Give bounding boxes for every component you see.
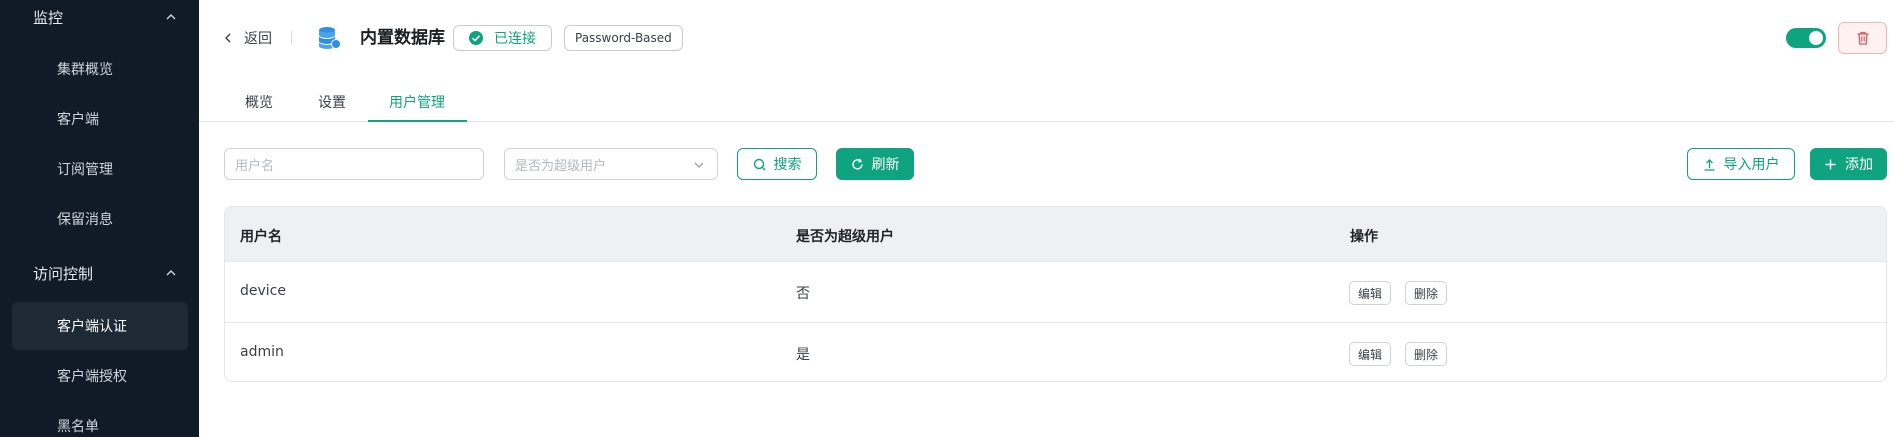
import-users-button[interactable]: 导入用户 [1687, 148, 1795, 180]
tab-settings[interactable]: 设置 [318, 92, 346, 112]
chevron-down-icon [694, 162, 704, 168]
table-row: admin 是 编辑 删除 [225, 323, 1886, 381]
delete-button[interactable] [1838, 22, 1887, 54]
refresh-button[interactable]: 刷新 [836, 148, 914, 180]
tab-overview[interactable]: 概览 [245, 92, 273, 112]
table-row: device 否 编辑 删除 [225, 262, 1886, 323]
sidebar-item-authorization[interactable]: 客户端授权 [12, 352, 188, 400]
sidebar-item-subscriptions[interactable]: 订阅管理 [12, 145, 188, 193]
sidebar-item-label: 客户端授权 [57, 369, 127, 385]
refresh-label: 刷新 [871, 157, 900, 173]
column-header-superuser: 是否为超级用户 [796, 229, 894, 245]
superuser-placeholder: 是否为超级用户 [515, 158, 607, 174]
username-placeholder: 用户名 [235, 158, 275, 174]
status-badge: 已连接 [453, 25, 552, 51]
tab-bar: 概览 设置 用户管理 [199, 82, 1894, 122]
cell-superuser: 否 [796, 286, 810, 302]
sidebar-group-label: 访问控制 [33, 264, 94, 283]
add-user-button[interactable]: 添加 [1810, 148, 1887, 180]
sidebar-group-access-control[interactable]: 访问控制 [0, 256, 199, 290]
cell-username: device [240, 283, 286, 299]
divider [291, 31, 292, 45]
auth-type-badge: Password-Based [564, 25, 683, 51]
superuser-select[interactable]: 是否为超级用户 [504, 148, 718, 180]
table-header: 用户名 是否为超级用户 操作 [225, 207, 1886, 262]
active-tab-indicator [368, 120, 467, 122]
sidebar-item-label: 集群概览 [57, 62, 113, 78]
sidebar-item-label: 保留消息 [57, 212, 113, 228]
sidebar-item-label: 客户端 [57, 112, 99, 128]
delete-user-button[interactable]: 删除 [1405, 342, 1448, 366]
sidebar-item-authentication[interactable]: 客户端认证 [12, 302, 188, 350]
cell-superuser: 是 [796, 347, 810, 363]
upload-icon [1704, 158, 1714, 171]
check-circle-icon [469, 31, 483, 45]
username-input[interactable]: 用户名 [224, 148, 484, 180]
refresh-icon [851, 158, 863, 170]
column-header-username: 用户名 [240, 229, 282, 245]
search-button[interactable]: 搜索 [737, 148, 817, 180]
enable-toggle[interactable] [1786, 28, 1826, 48]
column-header-actions: 操作 [1350, 229, 1378, 245]
sidebar-group-label: 监控 [33, 8, 64, 27]
sidebar-item-label: 黑名单 [57, 419, 99, 435]
users-table: 用户名 是否为超级用户 操作 device 否 编辑 删除 admin 是 编辑… [224, 206, 1887, 382]
cell-username: admin [240, 344, 284, 360]
sidebar-group-monitoring[interactable]: 监控 [0, 0, 199, 34]
chevron-left-icon [225, 33, 231, 43]
status-label: 已连接 [494, 31, 536, 47]
edit-button[interactable]: 编辑 [1349, 342, 1392, 366]
import-users-label: 导入用户 [1723, 157, 1780, 173]
sidebar-item-blacklist[interactable]: 黑名单 [12, 402, 188, 437]
trash-icon [1857, 31, 1868, 45]
plus-icon [1825, 159, 1836, 169]
search-label: 搜索 [773, 157, 802, 173]
delete-user-button[interactable]: 删除 [1405, 281, 1448, 305]
sidebar-item-label: 订阅管理 [57, 162, 113, 178]
toggle-knob [1809, 31, 1823, 45]
edit-button[interactable]: 编辑 [1349, 281, 1392, 305]
search-icon [753, 158, 765, 170]
back-label: 返回 [244, 31, 272, 47]
tab-user-management[interactable]: 用户管理 [389, 92, 445, 112]
chevron-up-icon [166, 14, 176, 20]
sidebar-item-label: 客户端认证 [57, 319, 127, 335]
chevron-up-icon [166, 270, 176, 276]
page-title: 内置数据库 [360, 28, 445, 48]
sidebar-item-retained-messages[interactable]: 保留消息 [12, 195, 188, 243]
sidebar-item-cluster-overview[interactable]: 集群概览 [12, 45, 188, 93]
sidebar-item-clients[interactable]: 客户端 [12, 95, 188, 143]
sidebar: 监控 集群概览 客户端 订阅管理 保留消息 访问控制 客户端认证 客户端授权 黑… [0, 0, 199, 437]
database-icon [319, 27, 341, 49]
add-user-label: 添加 [1845, 157, 1873, 173]
back-link[interactable]: 返回 [222, 26, 272, 50]
